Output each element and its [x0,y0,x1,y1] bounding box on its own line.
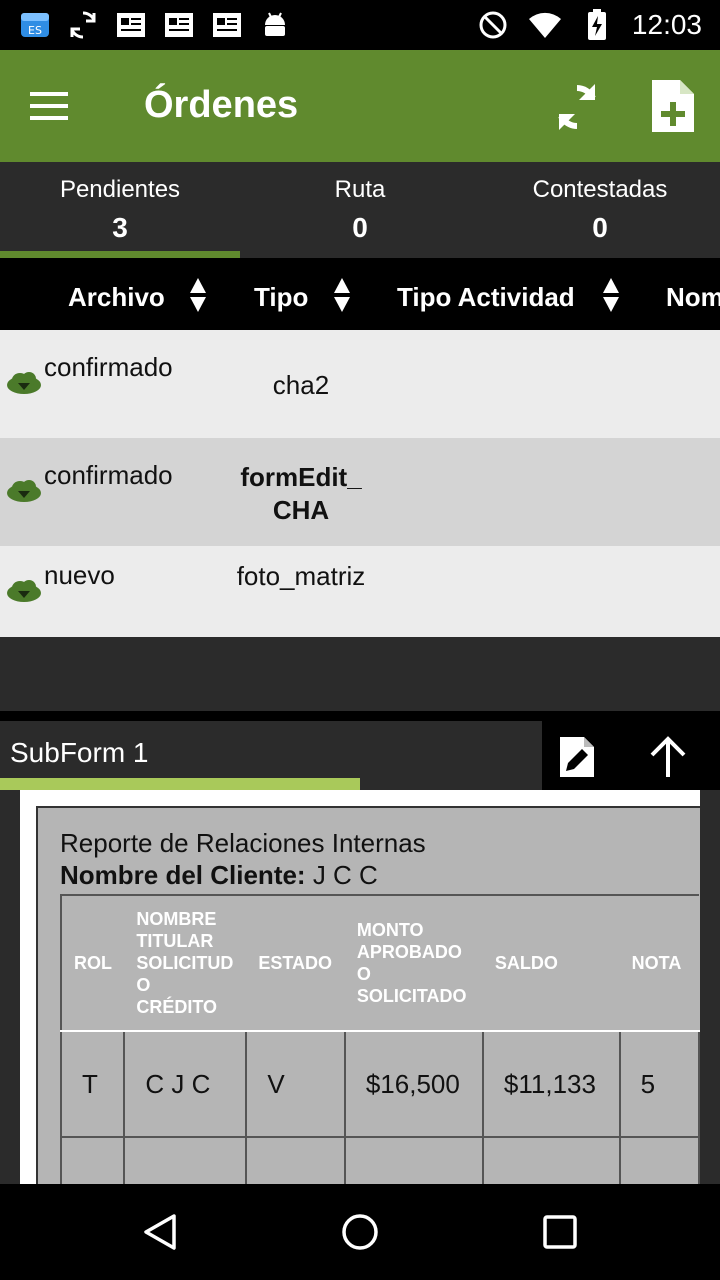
report-cell-empty [123,1136,248,1184]
subform-actions [542,721,720,791]
tab-label: Contestadas [532,176,668,203]
home-icon[interactable] [340,1212,380,1252]
page-title: Órdenes [144,84,299,126]
archivo-cell: nuevo [44,560,115,590]
cloud-download-icon [7,580,41,602]
report-cell-empty [481,1136,621,1184]
report-header-rol: ROL [61,895,125,1032]
subform-tab[interactable]: SubForm 1 [10,737,149,769]
tab-count: 0 [352,212,368,243]
list-empty-area [0,637,720,711]
report-cell-nota: 5 [618,1030,700,1138]
table-row[interactable]: confirmado formEdit_CHA [0,438,720,546]
navigation-bar [0,1184,720,1280]
column-header-tipo[interactable]: Tipo [254,282,308,313]
add-document-icon[interactable] [646,78,698,136]
recent-apps-icon[interactable] [542,1214,578,1250]
es-file-explorer-icon: ES [18,8,52,42]
report-cell-empty [245,1136,346,1184]
client-value: J C C [305,860,378,890]
status-bar: ES 12:03 [0,0,720,50]
report-panel: Reporte de Relaciones Internas Nombre de… [36,806,700,1184]
tab-count: 3 [112,212,128,243]
report-header-saldo: SALDO [482,895,620,1032]
sort-icon[interactable] [190,278,206,312]
report-cell-rol: T [59,1030,126,1138]
divider [0,711,720,721]
column-header-nombre[interactable]: Nom [666,282,720,313]
svg-text:ES: ES [28,24,42,37]
report-cell-estado: V [245,1030,346,1138]
report-header-nombre: NOMBRE TITULAR SOLICITUD O CRÉDITO [124,895,247,1032]
report-cell-nombre: C J C [123,1030,248,1138]
report-cell-empty [59,1136,126,1184]
cloud-download-icon [7,372,41,394]
android-debug-icon [258,8,292,42]
report-header-monto: MONTO APROBADO O SOLICITADO [344,895,483,1032]
tab-label: Pendientes [59,176,181,203]
tipo-cell: formEdit_CHA [240,462,362,525]
table-row[interactable]: confirmado cha2 [0,330,720,438]
tab-indicator [0,251,240,258]
report-cell-empty [618,1136,700,1184]
report-table: ROL NOMBRE TITULAR SOLICITUD O CRÉDITO E… [59,894,700,1184]
tipo-cell: foto_matriz [236,561,366,591]
report-cell-empty [343,1136,484,1184]
report-table-row [59,1136,700,1184]
tab-pendientes[interactable]: Pendientes 3 [0,162,240,258]
column-header-archivo[interactable]: Archivo [68,282,165,313]
news-icon-3 [210,8,244,42]
tipo-cell: cha2 [272,370,330,400]
table-row[interactable]: nuevo foto_matriz [0,546,720,637]
arrow-up-icon[interactable] [648,735,688,779]
app-bar: Órdenes [0,50,720,162]
battery-charging-icon [580,8,614,42]
report-header-nota: NOTA [619,895,699,1032]
tab-bar: Pendientes 3 Ruta 0 Contestadas 0 [0,162,720,258]
do-not-disturb-icon [476,8,510,42]
report-cell-monto: $16,500 [343,1030,484,1138]
tab-contestadas[interactable]: Contestadas 0 [480,162,720,258]
back-icon[interactable] [140,1212,180,1252]
report-table-header: ROL NOMBRE TITULAR SOLICITUD O CRÉDITO E… [61,895,699,1032]
tab-label: Ruta [334,176,386,203]
refresh-icon[interactable] [552,80,602,134]
clock: 12:03 [631,9,702,40]
table-header: Archivo Tipo Tipo Actividad Nom [0,258,720,330]
edit-document-icon[interactable] [558,735,596,779]
report-header-estado: ESTADO [246,895,345,1032]
news-icon [114,8,148,42]
archivo-cell: confirmado [44,460,173,490]
sort-icon[interactable] [334,278,350,312]
report-cell-saldo: $11,133 [481,1030,621,1138]
news-icon-2 [162,8,196,42]
tab-count: 0 [592,212,608,243]
cloud-download-icon [7,480,41,502]
menu-icon[interactable] [30,80,82,132]
report-table-row: T C J C V $16,500 $11,133 5 [59,1030,700,1138]
tab-ruta[interactable]: Ruta 0 [240,162,480,258]
report-title: Reporte de Relaciones Internas [60,828,426,858]
subform-tab-indicator [0,778,360,790]
sync-icon [66,8,100,42]
column-header-tipo-actividad[interactable]: Tipo Actividad [397,282,575,313]
sort-icon[interactable] [603,278,619,312]
archivo-cell: confirmado [44,352,173,382]
report-client: Nombre del Cliente: J C C [60,860,378,891]
wifi-icon [528,8,562,42]
client-label: Nombre del Cliente: [60,860,306,890]
